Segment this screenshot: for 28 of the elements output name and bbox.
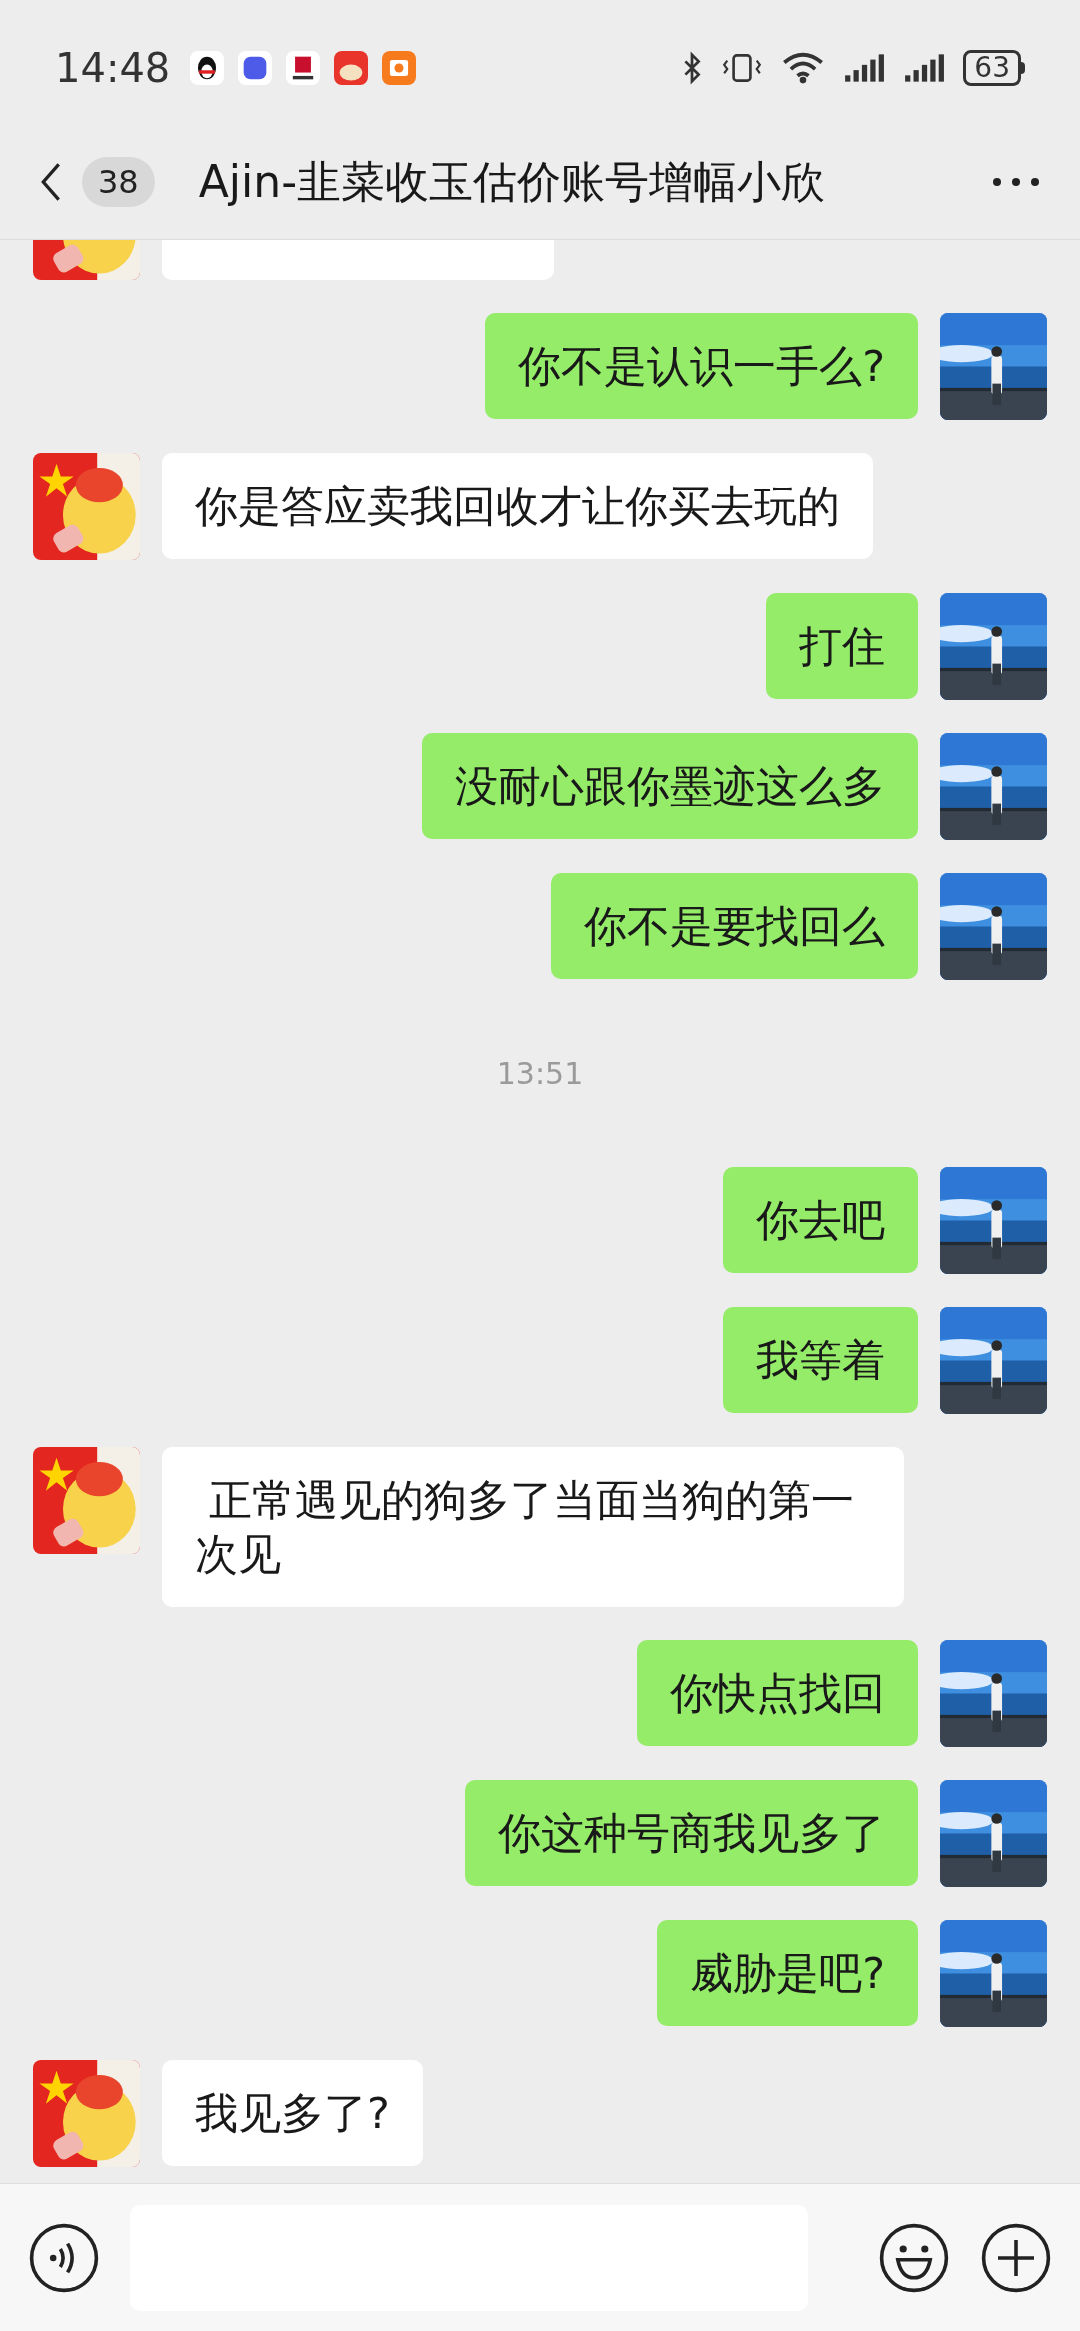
message-bubble: 正常遇见的狗多了当面当狗的第一次见	[162, 1447, 904, 1607]
message-bubble: 你不是认识一手么?	[485, 313, 918, 419]
message-bubble: 你是答应卖我回收才让你买去玩的	[162, 453, 873, 559]
message-bubble: 没耐心跟你墨迹这么多	[422, 733, 918, 839]
message-bubble: 我见多了?	[162, 2060, 423, 2166]
status-time: 14:48	[55, 43, 171, 93]
app-notification-icon	[334, 50, 369, 85]
chat-title: Ajin-韭菜收玉估价账号增幅小欣	[198, 155, 826, 209]
battery-indicator: 63	[963, 49, 1021, 86]
message-bubble: 你这种号商我见多了	[465, 1780, 918, 1886]
timestamp: 13:51	[496, 1055, 584, 1093]
wifi-icon	[781, 50, 826, 85]
message-bubble: 打住	[766, 593, 918, 699]
back-icon[interactable]	[40, 162, 62, 202]
app-notification-icon	[286, 50, 321, 85]
plus-icon[interactable]	[980, 2221, 1052, 2294]
envelope-icon	[382, 50, 417, 85]
more-icon[interactable]	[992, 177, 1040, 187]
message-bubble: 你不是要找回么	[551, 873, 918, 979]
voice-icon[interactable]	[28, 2221, 100, 2294]
message-bubble: 你快点找回	[637, 1640, 918, 1746]
message-bubble: 你去吧	[723, 1167, 918, 1273]
emoji-icon[interactable]	[878, 2221, 950, 2294]
penguin-icon	[190, 50, 225, 85]
message-bubble: 我等着	[723, 1307, 918, 1413]
message-bubble: 威胁是吧?	[657, 1920, 918, 2026]
unread-count-badge: 38	[82, 157, 155, 207]
app-notification-icon	[238, 50, 273, 85]
